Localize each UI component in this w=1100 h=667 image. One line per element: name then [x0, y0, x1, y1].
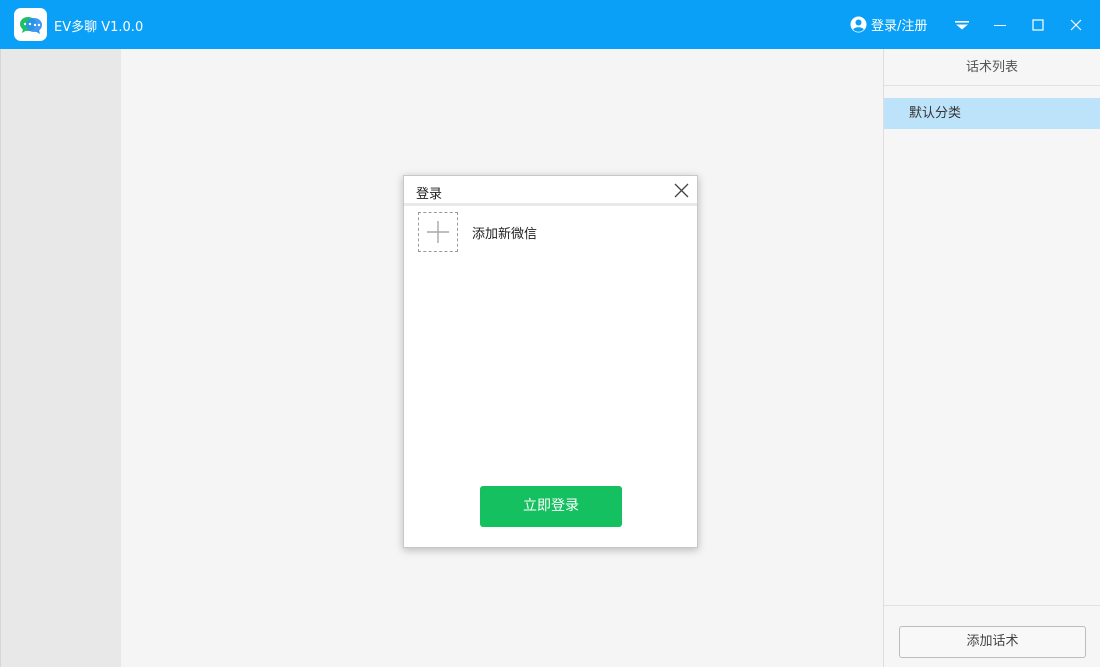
dropdown-menu-button[interactable] [949, 12, 975, 38]
title-bar: EV多聊 V1.0.0 登录/注册 [0, 0, 1100, 49]
login-dialog: 登录 添加新微信 立即登录 [403, 175, 698, 548]
minimize-button[interactable] [987, 12, 1013, 38]
maximize-icon [1032, 19, 1044, 31]
script-list-panel: 话术列表 默认分类 添加话术 [883, 49, 1100, 667]
login-register-link[interactable]: 登录/注册 [850, 15, 927, 34]
account-sidebar [0, 49, 121, 667]
dropdown-menu-icon [955, 21, 969, 30]
plus-icon [427, 221, 449, 243]
add-script-button[interactable]: 添加话术 [899, 626, 1086, 658]
login-now-button[interactable]: 立即登录 [480, 486, 622, 527]
dialog-header: 登录 [404, 176, 697, 206]
divider [884, 605, 1100, 606]
maximize-button[interactable] [1025, 12, 1051, 38]
chat-bubbles-logo-icon [14, 8, 47, 41]
close-icon [674, 183, 688, 197]
app-title: EV多聊 V1.0.0 [54, 20, 144, 35]
script-list-title: 话术列表 [884, 49, 1100, 86]
close-icon [1070, 19, 1082, 31]
dialog-title: 登录 [416, 187, 443, 202]
minimize-icon [994, 25, 1006, 26]
dialog-close-button[interactable] [671, 180, 691, 200]
user-circle-icon [850, 16, 867, 33]
close-button[interactable] [1063, 12, 1089, 38]
add-wechat-item[interactable]: 添加新微信 [418, 212, 537, 252]
add-account-box[interactable] [418, 212, 458, 252]
category-item-default[interactable]: 默认分类 [884, 98, 1100, 129]
login-register-label: 登录/注册 [871, 19, 928, 34]
add-wechat-label: 添加新微信 [472, 226, 538, 242]
